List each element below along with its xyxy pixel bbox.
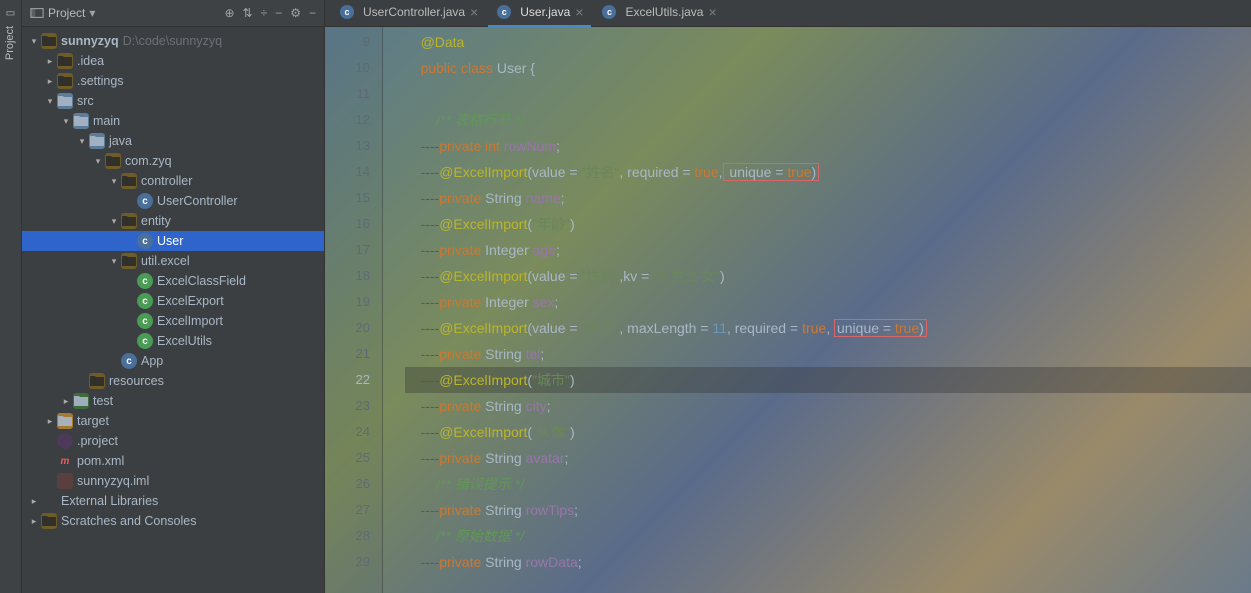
tree-node[interactable]: target (22, 411, 324, 431)
code-line[interactable]: ----@ExcelImport("年龄") (405, 211, 1251, 237)
editor-tab[interactable]: cExcelUtils.java× (593, 0, 724, 27)
tree-node[interactable]: test (22, 391, 324, 411)
project-sidebar: Project ▾ ⊕ ⇅ ÷ − ⚙ − sunnyzyqD:\code\su… (22, 0, 325, 593)
code-line[interactable]: ----private Integer age; (405, 237, 1251, 263)
code-line[interactable]: ----private Integer sex; (405, 289, 1251, 315)
code-line[interactable]: ----private String avatar; (405, 445, 1251, 471)
code-line[interactable]: ----@ExcelImport(value = "电话", maxLength… (405, 315, 1251, 341)
code-line[interactable]: public class User { (405, 55, 1251, 81)
java-file-icon: c (602, 5, 616, 19)
code-line[interactable] (405, 81, 1251, 107)
tree-node[interactable]: util.excel (22, 251, 324, 271)
code-line[interactable]: ----private String tel; (405, 341, 1251, 367)
project-tool-label[interactable]: Project (5, 26, 17, 60)
project-tool-icon[interactable]: ▭ (6, 8, 15, 19)
hide-icon[interactable]: − (309, 6, 316, 20)
editor-tabs[interactable]: cUserController.java×cUser.java×cExcelUt… (325, 0, 1251, 27)
code-line[interactable]: ----private int rowNum; (405, 133, 1251, 159)
code-area: 9101112131415161718192021222324252627282… (325, 27, 1251, 593)
tree-node[interactable]: java (22, 131, 324, 151)
code-line[interactable]: @Data (405, 29, 1251, 55)
close-icon[interactable]: × (708, 4, 716, 20)
tree-node[interactable]: Scratches and Consoles (22, 511, 324, 531)
sidebar-header: Project ▾ ⊕ ⇅ ÷ − ⚙ − (22, 0, 324, 27)
collapse-icon[interactable]: − (275, 6, 282, 20)
code-line[interactable]: ----@ExcelImport(value = "性别",kv = "1-男;… (405, 263, 1251, 289)
tree-node[interactable]: .idea (22, 51, 324, 71)
tree-node[interactable]: cExcelClassField (22, 271, 324, 291)
gutter[interactable]: 9101112131415161718192021222324252627282… (325, 27, 383, 593)
tree-node[interactable]: External Libraries (22, 491, 324, 511)
project-tree[interactable]: sunnyzyqD:\code\sunnyzyq.idea.settingssr… (22, 27, 324, 593)
code-line[interactable]: ----private String rowData; (405, 549, 1251, 575)
code-line[interactable]: ----@ExcelImport("头像") (405, 419, 1251, 445)
tree-node[interactable]: main (22, 111, 324, 131)
sidebar-title[interactable]: Project ▾ (30, 6, 95, 20)
tool-window-bar[interactable]: ▭ Project (0, 0, 22, 593)
tree-node[interactable]: src (22, 91, 324, 111)
tree-node[interactable]: cApp (22, 351, 324, 371)
tree-node[interactable]: .settings (22, 71, 324, 91)
close-icon[interactable]: × (575, 4, 583, 20)
code-line[interactable]: ----private String name; (405, 185, 1251, 211)
code-line[interactable]: /** 原始数据 */ (405, 523, 1251, 549)
editor-tab[interactable]: cUserController.java× (331, 0, 486, 27)
tree-node[interactable]: cExcelExport (22, 291, 324, 311)
tree-node[interactable]: cUser (22, 231, 324, 251)
code-line[interactable]: ----@ExcelImport(value = "姓名", required … (405, 159, 1251, 185)
tree-node[interactable]: controller (22, 171, 324, 191)
sort-icon[interactable]: ⇅ (243, 6, 253, 20)
close-icon[interactable]: × (470, 4, 478, 20)
tree-node[interactable]: entity (22, 211, 324, 231)
editor-tab[interactable]: cUser.java× (488, 0, 591, 27)
code-line[interactable]: ----@ExcelImport("城市") (405, 367, 1251, 393)
expand-icon[interactable]: ÷ (261, 6, 268, 20)
editor-pane: cUserController.java×cUser.java×cExcelUt… (325, 0, 1251, 593)
tree-node[interactable]: cExcelImport (22, 311, 324, 331)
tree-node[interactable]: .project (22, 431, 324, 451)
tree-node[interactable]: cExcelUtils (22, 331, 324, 351)
tree-node[interactable]: sunnyzyqD:\code\sunnyzyq (22, 31, 324, 51)
java-file-icon: c (340, 5, 354, 19)
tree-node[interactable]: mpom.xml (22, 451, 324, 471)
code-body[interactable]: @Data public class User { /** 表格行号 */ --… (383, 27, 1251, 593)
tree-node[interactable]: sunnyzyq.iml (22, 471, 324, 491)
tree-node[interactable]: cUserController (22, 191, 324, 211)
sidebar-toolbar: ⊕ ⇅ ÷ − ⚙ − (224, 6, 316, 20)
java-file-icon: c (497, 5, 511, 19)
code-line[interactable]: /** 表格行号 */ (405, 107, 1251, 133)
tree-node[interactable]: resources (22, 371, 324, 391)
dropdown-icon[interactable]: ▾ (89, 6, 95, 20)
locate-icon[interactable]: ⊕ (224, 6, 234, 20)
gear-icon[interactable]: ⚙ (290, 6, 301, 20)
tree-node[interactable]: com.zyq (22, 151, 324, 171)
code-line[interactable]: ----private String city; (405, 393, 1251, 419)
code-line[interactable]: ----private String rowTips; (405, 497, 1251, 523)
code-line[interactable]: /** 错误提示 */ (405, 471, 1251, 497)
